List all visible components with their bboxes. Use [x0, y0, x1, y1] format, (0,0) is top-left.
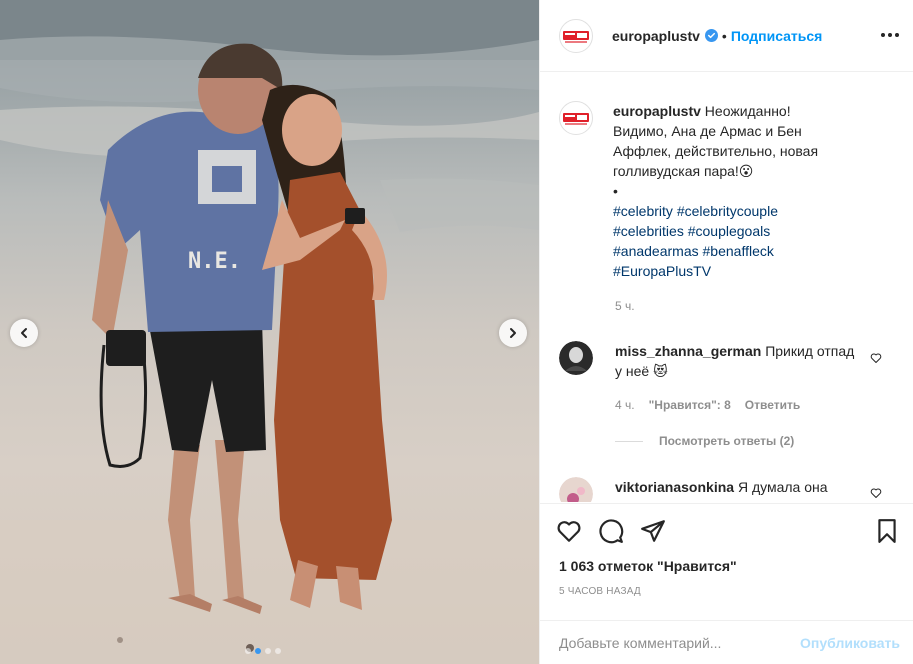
- carousel-dots: [245, 648, 281, 654]
- previous-photo-button[interactable]: [10, 319, 38, 347]
- bookmark-icon[interactable]: [874, 518, 900, 544]
- heart-icon[interactable]: [556, 518, 582, 544]
- carousel-dot-active: [255, 648, 261, 654]
- photo-scene: N.E.: [0, 0, 539, 664]
- reply-button[interactable]: Ответить: [745, 398, 800, 412]
- svg-text:N.E.: N.E.: [188, 249, 241, 274]
- hashtag-link[interactable]: #celebrity: [613, 203, 673, 219]
- comment-username[interactable]: viktorianasonkina: [615, 479, 734, 495]
- post-panel: europaplustv • Подписаться europaplustv: [539, 0, 913, 664]
- commenter-avatar[interactable]: [559, 341, 593, 375]
- more-icon-dot: [888, 33, 892, 37]
- hashtag-link[interactable]: #celebritycouple: [677, 203, 778, 219]
- header-separator: •: [721, 27, 727, 44]
- carousel-dot: [275, 648, 281, 654]
- view-replies-button[interactable]: Посмотреть ответы (2): [615, 434, 794, 448]
- comment-icon[interactable]: [598, 518, 624, 544]
- more-icon-dot: [895, 33, 899, 37]
- caption-bullet: •: [613, 183, 618, 199]
- add-comment-bar: Добавьте комментарий... Опубликовать: [540, 620, 913, 664]
- commenter-avatar[interactable]: [559, 477, 593, 502]
- comment-input[interactable]: Добавьте комментарий...: [559, 635, 800, 651]
- comment-time[interactable]: 4 ч.: [615, 398, 635, 412]
- follow-button[interactable]: Подписаться: [731, 28, 823, 44]
- replies-line: [615, 440, 643, 442]
- comment-item: viktorianasonkina Я думала она: [559, 477, 889, 502]
- next-photo-button[interactable]: [499, 319, 527, 347]
- chevron-right-icon: [510, 328, 516, 338]
- chevron-left-icon: [21, 328, 27, 338]
- post-actions: 1 063 отметок "Нравится" 5 ЧАСОВ НАЗАД: [540, 503, 913, 597]
- hashtag-link[interactable]: #anadearmas: [613, 243, 699, 259]
- comment-item: miss_zhanna_german Прикид отпад у неё 😻: [559, 341, 889, 381]
- share-icon[interactable]: [640, 518, 666, 544]
- carousel-dot: [265, 648, 271, 654]
- post-photo: N.E.: [0, 0, 539, 664]
- post-time-ago[interactable]: 5 ЧАСОВ НАЗАД: [559, 586, 641, 597]
- post-header: europaplustv • Подписаться: [540, 0, 913, 72]
- post-caption: europaplustv Неожиданно! Видимо, Ана де …: [559, 101, 843, 281]
- verified-icon: [704, 29, 718, 42]
- europaplus-logo: [563, 30, 589, 43]
- comment-meta: 4 ч. "Нравится": 8 Ответить: [615, 398, 800, 412]
- more-icon: [881, 33, 885, 37]
- carousel-dot: [245, 648, 251, 654]
- comment-username[interactable]: miss_zhanna_german: [615, 343, 761, 359]
- comments-list: europaplustv Неожиданно! Видимо, Ана де …: [540, 73, 913, 502]
- caption-text-block: europaplustv Неожиданно! Видимо, Ана де …: [613, 101, 843, 281]
- caption-timestamp[interactable]: 5 ч.: [615, 299, 635, 313]
- more-options-button[interactable]: [880, 27, 900, 43]
- publish-button[interactable]: Опубликовать: [800, 635, 900, 651]
- author-avatar[interactable]: [559, 18, 593, 53]
- hashtag-link[interactable]: #EuropaPlusTV: [613, 263, 711, 279]
- hashtag-link[interactable]: #celebrities: [613, 223, 684, 239]
- author-username[interactable]: europaplustv: [612, 28, 700, 44]
- action-buttons: [556, 518, 666, 544]
- comment-text: Я думала она: [737, 479, 828, 495]
- comment-body: miss_zhanna_german Прикид отпад у неё 😻: [615, 341, 865, 381]
- comment-body: viktorianasonkina Я думала она: [615, 477, 865, 502]
- like-comment-heart-icon[interactable]: [870, 487, 882, 499]
- comment-likes[interactable]: "Нравится": 8: [649, 398, 731, 412]
- like-comment-heart-icon[interactable]: [870, 352, 882, 364]
- hashtag-link[interactable]: #benaffleck: [703, 243, 774, 259]
- likes-count[interactable]: 1 063 отметок "Нравится": [559, 558, 737, 574]
- caption-username[interactable]: europaplustv: [613, 103, 701, 119]
- hashtag-link[interactable]: #couplegoals: [688, 223, 771, 239]
- europaplus-logo: [563, 113, 589, 125]
- caption-author-avatar[interactable]: [559, 101, 593, 135]
- view-replies-label: Посмотреть ответы (2): [659, 434, 795, 448]
